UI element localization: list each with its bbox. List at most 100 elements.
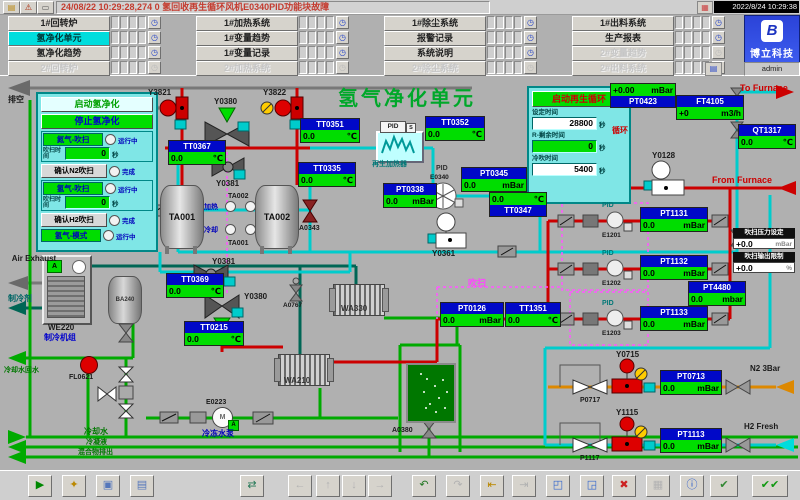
- valve-y3822[interactable]: [261, 97, 303, 129]
- h2-done-label: 完成: [122, 215, 135, 225]
- tank-leg: [288, 246, 292, 254]
- display-PT0126[interactable]: PT0126 0.0mBar: [440, 302, 504, 327]
- run-button[interactable]: ▶: [28, 475, 52, 497]
- display-TT0351[interactable]: TT0351 0.0℃: [300, 118, 360, 143]
- swap-button[interactable]: ⇄: [240, 475, 264, 497]
- printer-icon[interactable]: ▤: [705, 62, 722, 76]
- import-button[interactable]: ⇤: [480, 475, 504, 497]
- display-TT1351[interactable]: TT1351 0.0℃: [505, 302, 561, 327]
- audio-confirm-button[interactable]: ✔: [710, 475, 738, 497]
- confirm-all-button[interactable]: ✔✔: [752, 475, 788, 497]
- display-PT0338[interactable]: PT0338 0.0mBar: [383, 183, 437, 208]
- display-TT0369[interactable]: TT0369 0.0℃: [166, 273, 224, 298]
- label-e1202: E1202: [602, 279, 621, 288]
- menu-clock-icon[interactable]: ◷: [336, 16, 349, 29]
- display-PT0423[interactable]: PT0423 +0.00mBar: [610, 83, 676, 108]
- menu-button: 2#出料系统: [572, 61, 674, 76]
- open-button[interactable]: ◰: [546, 475, 570, 497]
- menu-clock-icon[interactable]: ◷: [712, 16, 725, 29]
- menu-row: 2#除尘系统◷: [384, 61, 562, 74]
- alarm-icon[interactable]: ⚠: [20, 1, 37, 14]
- confirm-n2-button[interactable]: 确认N2吹扫: [41, 164, 107, 178]
- menu-indicator: [702, 16, 710, 29]
- tank-ta001[interactable]: TA001: [160, 185, 204, 249]
- menu-indicator: [496, 61, 504, 74]
- cold-blow-value[interactable]: 5400: [532, 163, 597, 176]
- display-PT1131[interactable]: PT1131 0.0mBar: [640, 207, 708, 232]
- valve-cluster-left[interactable]: [98, 367, 133, 418]
- menu-clock-icon[interactable]: ◷: [336, 61, 349, 74]
- display-PT1132[interactable]: PT1132 0.0mBar: [640, 255, 708, 280]
- pages-icon[interactable]: ▤: [3, 1, 20, 14]
- menu-button[interactable]: 1#回转炉: [8, 16, 110, 31]
- menu-button[interactable]: 氢净化趋势: [8, 46, 110, 61]
- tank-ta002[interactable]: TA002: [255, 185, 299, 249]
- menu-clock-icon[interactable]: ◷: [148, 46, 161, 59]
- menu-clock-icon[interactable]: ◷: [524, 46, 537, 59]
- label-vent: 排空: [8, 95, 24, 104]
- menu-clock-icon[interactable]: ◷: [148, 31, 161, 44]
- menu-button[interactable]: 1#变量记录: [196, 46, 298, 61]
- menu-clock-icon[interactable]: ◷: [524, 61, 537, 74]
- display-PT1113[interactable]: PT1113 0.0mBar: [660, 428, 722, 453]
- tag: TT0335: [299, 163, 355, 174]
- stop-purify-button[interactable]: 停止氢净化: [41, 114, 153, 129]
- menu-button[interactable]: 氢净化单元: [8, 31, 110, 46]
- menu-indicator: [684, 46, 692, 59]
- set-time-value[interactable]: 28800: [532, 117, 597, 130]
- start-purify-button[interactable]: 启动氢净化: [41, 97, 153, 112]
- save-button[interactable]: ◲: [580, 475, 604, 497]
- menu-clock-icon[interactable]: ◷: [712, 31, 725, 44]
- regen-heater[interactable]: [376, 131, 424, 163]
- valve-y0361[interactable]: [428, 213, 466, 248]
- purge-time-label: 吹扫时间: [43, 197, 65, 209]
- display-PT0345[interactable]: PT0345 0.0mBar: [461, 167, 527, 192]
- label-purge: 吹扫: [468, 279, 486, 288]
- confirm-h2-button[interactable]: 确认H2吹扫: [41, 213, 107, 227]
- display-PT1133[interactable]: PT1133 0.0mBar: [640, 306, 708, 331]
- display-TT0215[interactable]: TT0215 0.0℃: [184, 321, 244, 346]
- info-button[interactable]: ⓘ: [680, 475, 704, 497]
- mini-chart-icon[interactable]: ▦: [697, 1, 713, 14]
- tag: TT0347: [490, 205, 546, 216]
- vessel-ba240[interactable]: BA240: [108, 276, 142, 324]
- menu-button[interactable]: 报警记录: [384, 31, 486, 46]
- menu-clock-icon[interactable]: ◷: [336, 46, 349, 59]
- display-TT0335[interactable]: TT0335 0.0℃: [298, 162, 356, 187]
- mixture-arrow: [8, 450, 26, 464]
- valve-fl0621[interactable]: [80, 356, 98, 374]
- copy-window-button[interactable]: ▣: [96, 475, 120, 497]
- menu-indicator: [505, 31, 513, 44]
- menu-clock-icon[interactable]: ◷: [148, 16, 161, 29]
- menu-row: 2#变量趋势◷: [572, 46, 750, 59]
- display-TT0347[interactable]: TT0347 0.0℃: [489, 192, 547, 217]
- report-button[interactable]: ▤: [130, 475, 154, 497]
- display-QT1317[interactable]: QT1317 0.0℃: [738, 124, 796, 149]
- key-button[interactable]: ✦: [62, 475, 86, 497]
- display-TT0367[interactable]: TT0367 0.0℃: [168, 140, 226, 165]
- valve-y0128[interactable]: [644, 161, 684, 195]
- blank-icon[interactable]: ▭: [37, 1, 54, 14]
- menu-clock-icon[interactable]: ◷: [336, 31, 349, 44]
- chiller-we220[interactable]: A: [42, 255, 92, 325]
- purge-pressure-set-field[interactable]: +0.0mBar: [733, 238, 795, 249]
- menu-button[interactable]: 1#出料系统: [572, 16, 674, 31]
- menu-row: 1#除尘系统 ◷: [384, 16, 562, 29]
- menu-clock-icon[interactable]: ◷: [148, 61, 161, 74]
- display-FT4105[interactable]: FT4105 +0m3/h: [676, 95, 744, 120]
- display-TT0352[interactable]: TT0352 0.0℃: [425, 116, 485, 141]
- purge-output-limit-field[interactable]: +0.0%: [733, 262, 795, 273]
- display-PT0713[interactable]: PT0713 0.0mBar: [660, 370, 722, 395]
- menu-clock-icon[interactable]: ◷: [524, 16, 537, 29]
- delete-button[interactable]: ✖: [612, 475, 636, 497]
- menu-button[interactable]: 生产报表: [572, 31, 674, 46]
- menu-button[interactable]: 1#变量趋势: [196, 31, 298, 46]
- menu-button[interactable]: 1#除尘系统: [384, 16, 486, 31]
- nav-left-button: ←: [288, 475, 312, 497]
- menu-clock-icon[interactable]: ◷: [712, 46, 725, 59]
- menu-button[interactable]: 系统说明: [384, 46, 486, 61]
- display-PT4480[interactable]: PT4480 0.0mbar: [688, 281, 746, 306]
- menu-clock-icon[interactable]: ◷: [524, 31, 537, 44]
- undo-button[interactable]: ↶: [412, 475, 436, 497]
- menu-button[interactable]: 1#加热系统: [196, 16, 298, 31]
